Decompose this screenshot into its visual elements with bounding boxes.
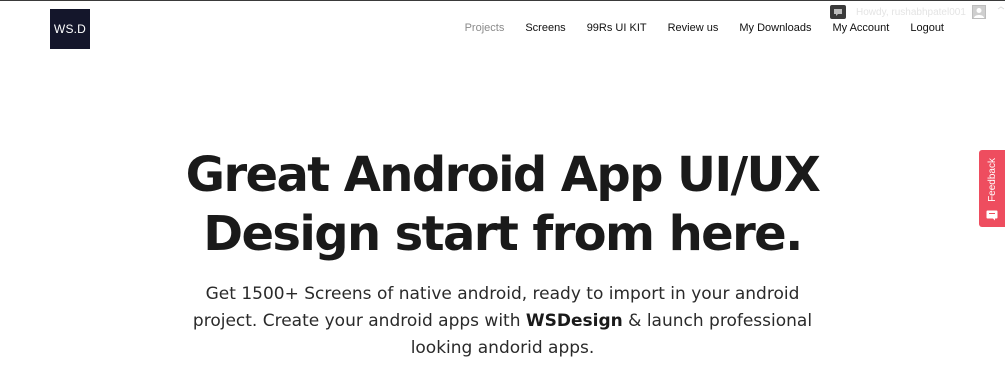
chat-icon[interactable] [830,5,846,19]
nav-my-downloads[interactable]: My Downloads [739,22,811,34]
hero-title-line-2: Design start from here. [203,206,803,262]
feedback-tab[interactable]: Feedback [979,150,1005,227]
feedback-label: Feedback [986,158,998,202]
avatar-icon[interactable] [971,5,986,19]
site-logo[interactable]: WS.D [50,9,90,49]
feedback-icon [986,210,998,221]
hero-subtitle: Get 1500+ Screens of native android, rea… [190,281,815,362]
nav-review-us[interactable]: Review us [668,22,719,34]
admin-greeting[interactable]: Howdy, rushabhpatel001 [856,7,966,18]
nav-projects[interactable]: Projects [465,22,505,34]
hero-subtitle-brand: WSDesign [525,311,623,331]
nav-my-account[interactable]: My Account [832,22,889,34]
hero-title: Great Android App UI/UX Design start fro… [0,146,1005,264]
admin-bar: Howdy, rushabhpatel001 [830,4,1005,20]
nav-screens[interactable]: Screens [525,22,565,34]
nav-logout[interactable]: Logout [910,22,944,34]
hero-title-line-1: Great Android App UI/UX [185,147,821,203]
scroll-indicator-icon [997,6,1005,10]
top-border [0,0,1005,1]
nav-ui-kit[interactable]: 99Rs UI KIT [587,22,647,34]
main-nav: Projects Screens 99Rs UI KIT Review us M… [465,22,944,34]
